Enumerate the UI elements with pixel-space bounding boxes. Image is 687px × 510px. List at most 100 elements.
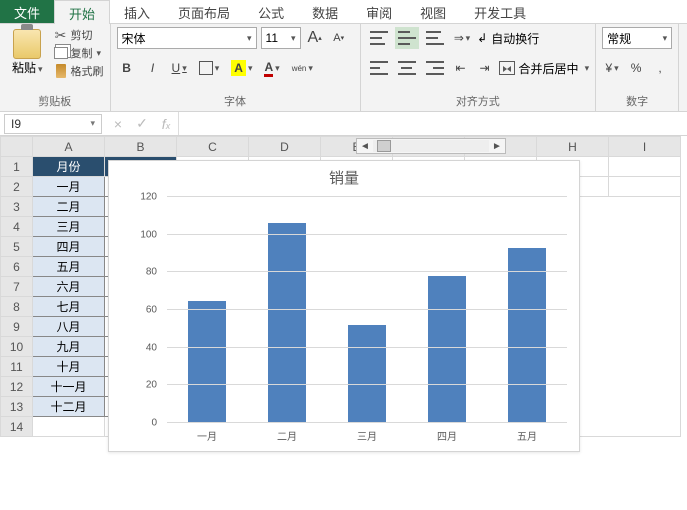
comma-button[interactable]: , <box>650 57 670 79</box>
scroll-left-button[interactable]: ◄ <box>357 141 373 152</box>
chart-bar[interactable] <box>508 248 546 423</box>
merge-label: 合并后居中 <box>519 60 579 77</box>
cell[interactable]: 八月 <box>33 317 105 337</box>
indent-increase-button[interactable]: ⇥ <box>475 57 495 79</box>
underline-button[interactable]: U <box>169 57 190 79</box>
format-painter-button[interactable]: 格式刷 <box>53 63 104 79</box>
align-middle-button[interactable] <box>395 27 419 49</box>
chart-bar[interactable] <box>188 301 226 423</box>
group-font-label: 字体 <box>117 93 354 109</box>
tab-review[interactable]: 审阅 <box>352 0 406 23</box>
chart-bar[interactable] <box>348 325 386 423</box>
formula-input[interactable] <box>178 112 687 135</box>
bold-button[interactable]: B <box>117 57 137 79</box>
font-color-button[interactable]: A <box>261 57 282 79</box>
col-header[interactable]: A <box>33 137 105 157</box>
row-header[interactable]: 10 <box>1 337 33 357</box>
grow-font-button[interactable]: A▴ <box>305 27 325 49</box>
cell[interactable] <box>609 157 681 177</box>
orientation-button[interactable]: ⇗ <box>451 27 474 49</box>
scroll-thumb[interactable] <box>377 140 391 152</box>
cell[interactable]: 二月 <box>33 197 105 217</box>
fill-color-button[interactable]: A <box>228 57 255 79</box>
col-header[interactable]: I <box>609 137 681 157</box>
scroll-right-button[interactable]: ► <box>489 141 505 152</box>
align-center-button[interactable] <box>395 57 419 79</box>
col-header[interactable]: H <box>537 137 609 157</box>
border-button[interactable] <box>196 57 223 79</box>
cell[interactable]: 十月 <box>33 357 105 377</box>
cell[interactable]: 四月 <box>33 237 105 257</box>
chart-bar[interactable] <box>428 276 466 423</box>
row-header[interactable]: 2 <box>1 177 33 197</box>
row-header[interactable]: 12 <box>1 377 33 397</box>
cut-button[interactable]: ✂ 剪切 <box>53 27 104 43</box>
number-format-combo[interactable]: 常规▾ <box>602 27 672 49</box>
y-tick-label: 60 <box>146 305 157 316</box>
font-size-combo[interactable]: 11▾ <box>261 27 301 49</box>
row-header[interactable]: 4 <box>1 217 33 237</box>
paste-label: 粘贴 <box>12 59 43 76</box>
col-header[interactable]: B <box>105 137 177 157</box>
cell[interactable]: 六月 <box>33 277 105 297</box>
wrap-text-button[interactable]: ↲ 自动换行 <box>477 27 539 49</box>
row-header[interactable]: 8 <box>1 297 33 317</box>
paste-button[interactable]: 粘贴 <box>6 27 49 78</box>
merge-center-button[interactable]: 合并后居中 <box>499 57 590 79</box>
cell[interactable]: 月份 <box>33 157 105 177</box>
cut-label: 剪切 <box>71 27 93 43</box>
italic-button[interactable]: I <box>143 57 163 79</box>
row-header[interactable]: 5 <box>1 237 33 257</box>
tab-page-layout[interactable]: 页面布局 <box>164 0 244 23</box>
phonetic-button[interactable]: wén <box>289 57 316 79</box>
align-top-button[interactable] <box>367 27 391 49</box>
align-right-button[interactable] <box>423 57 447 79</box>
chart-bar[interactable] <box>268 223 306 423</box>
tab-data[interactable]: 数据 <box>298 0 352 23</box>
group-alignment: ⇗ ↲ 自动换行 ⇤ ⇥ 合并后居中 对齐方式 <box>361 24 597 111</box>
row-header[interactable]: 7 <box>1 277 33 297</box>
copy-button[interactable]: 复制 <box>53 45 104 61</box>
embedded-chart[interactable]: 销量 020406080100120 一月二月三月四月五月 <box>108 160 580 452</box>
row-header[interactable]: 9 <box>1 317 33 337</box>
cell[interactable] <box>33 417 105 437</box>
tab-formulas[interactable]: 公式 <box>244 0 298 23</box>
currency-button[interactable]: ¥ <box>602 57 622 79</box>
scroll-track[interactable] <box>373 140 489 152</box>
row-header[interactable]: 3 <box>1 197 33 217</box>
tab-view[interactable]: 视图 <box>406 0 460 23</box>
cell[interactable]: 三月 <box>33 217 105 237</box>
cell[interactable]: 七月 <box>33 297 105 317</box>
percent-button[interactable]: % <box>626 57 646 79</box>
fx-button[interactable]: fx <box>154 116 178 132</box>
tab-home[interactable]: 开始 <box>54 0 110 24</box>
shrink-font-button[interactable]: A▾ <box>329 27 349 49</box>
cell[interactable]: 十二月 <box>33 397 105 417</box>
row-header[interactable]: 1 <box>1 157 33 177</box>
chevron-down-icon: ▾ <box>663 33 668 44</box>
cell[interactable]: 五月 <box>33 257 105 277</box>
tab-insert[interactable]: 插入 <box>110 0 164 23</box>
horizontal-scrollbar[interactable]: ◄ ► <box>356 138 506 154</box>
wrap-icon: ↲ <box>477 31 487 45</box>
font-name-combo[interactable]: 宋体▾ <box>117 27 257 49</box>
enter-formula-button[interactable]: ✓ <box>130 115 154 132</box>
cell[interactable]: 一月 <box>33 177 105 197</box>
row-header[interactable]: 14 <box>1 417 33 437</box>
col-header[interactable]: C <box>177 137 249 157</box>
align-left-button[interactable] <box>367 57 391 79</box>
name-box[interactable]: I9 ▾ <box>4 114 102 134</box>
tab-developer[interactable]: 开发工具 <box>460 0 540 23</box>
cancel-formula-button[interactable]: × <box>106 116 130 132</box>
file-tab[interactable]: 文件 <box>0 0 54 23</box>
row-header[interactable]: 13 <box>1 397 33 417</box>
align-bottom-button[interactable] <box>423 27 447 49</box>
cell[interactable]: 九月 <box>33 337 105 357</box>
cell[interactable]: 十一月 <box>33 377 105 397</box>
cell[interactable] <box>609 177 681 197</box>
row-header[interactable]: 6 <box>1 257 33 277</box>
row-header[interactable]: 11 <box>1 357 33 377</box>
col-header[interactable]: D <box>249 137 321 157</box>
select-all-corner[interactable] <box>1 137 33 157</box>
indent-decrease-button[interactable]: ⇤ <box>451 57 471 79</box>
